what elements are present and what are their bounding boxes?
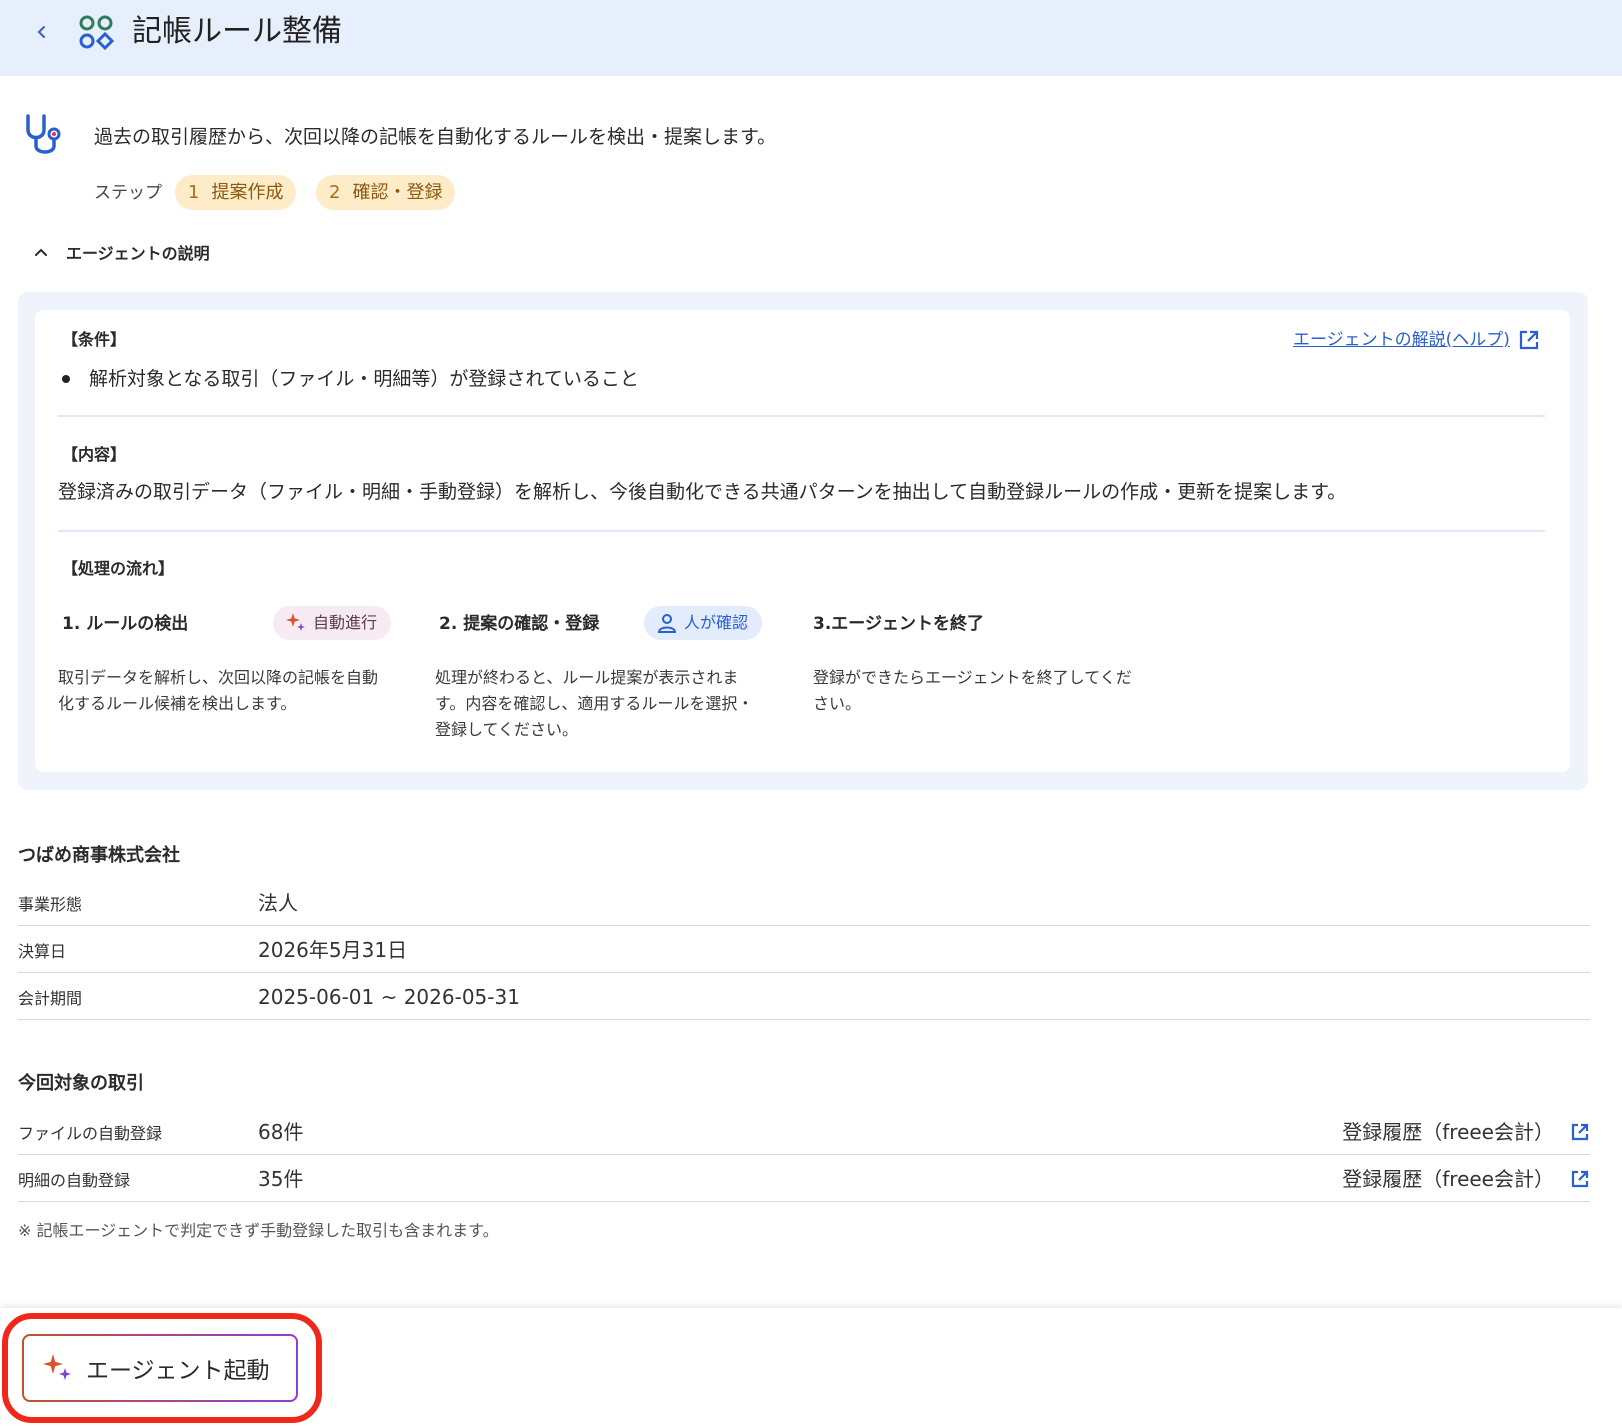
condition-text: 解析対象となる取引（ファイル・明細等）が登録されていること bbox=[89, 368, 639, 390]
info-key: 事業形態 bbox=[18, 895, 83, 914]
content-heading: 【内容】 bbox=[62, 445, 127, 464]
external-link-icon bbox=[1571, 1123, 1589, 1141]
conditions-heading: 【条件】 bbox=[62, 330, 127, 349]
step-label: 提案作成 bbox=[211, 182, 284, 203]
desc-line: さい。 bbox=[813, 694, 862, 713]
external-link-icon bbox=[1519, 330, 1539, 350]
step-pill-2: 2 確認・登録 bbox=[316, 175, 456, 210]
flow-step-3-title: 3.エージェントを終了 bbox=[813, 614, 984, 634]
info-value: 法人 bbox=[258, 891, 298, 915]
badge-label: 自動進行 bbox=[313, 613, 378, 632]
back-button[interactable] bbox=[30, 20, 54, 44]
chevron-up-icon bbox=[35, 248, 47, 256]
info-key: 決算日 bbox=[18, 942, 67, 961]
condition-item: 解析対象となる取引（ファイル・明細等）が登録されていること bbox=[62, 366, 639, 392]
desc-line: 登録してください。 bbox=[435, 720, 579, 739]
history-link-label: 登録履歴（freee会計） bbox=[1342, 1167, 1554, 1191]
info-key: 会計期間 bbox=[18, 989, 83, 1008]
help-link[interactable]: エージェントの解説(ヘルプ) bbox=[1293, 328, 1540, 352]
history-link-label: 登録履歴（freee会計） bbox=[1342, 1120, 1554, 1144]
stethoscope-icon bbox=[26, 114, 61, 154]
page-title: 記帳ルール整備 bbox=[132, 14, 342, 49]
steps-label: ステップ bbox=[94, 183, 162, 203]
flow-step-2-desc: 処理が終わると、ルール提案が表示されま す。内容を確認し、適用するルールを選択・… bbox=[435, 665, 753, 743]
step-pill-1: 1 提案作成 bbox=[175, 175, 297, 210]
target-row: ファイルの自動登録 68件 登録履歴（freee会計） bbox=[18, 1109, 1590, 1155]
page-header: 記帳ルール整備 bbox=[0, 0, 1622, 76]
info-value: 35件 bbox=[258, 1167, 304, 1191]
person-icon bbox=[657, 614, 677, 633]
info-value: 2026年5月31日 bbox=[258, 938, 408, 962]
targets-note: ※ 記帳エージェントで判定できず手動登録した取引も含まれます。 bbox=[18, 1221, 499, 1240]
flow-heading: 【処理の流れ】 bbox=[62, 559, 175, 578]
info-value: 2025-06-01 ~ 2026-05-31 bbox=[258, 985, 520, 1009]
divider bbox=[58, 415, 1545, 417]
sparkle-icon bbox=[286, 613, 305, 631]
info-row: 会計期間 2025-06-01 ~ 2026-05-31 bbox=[18, 974, 1590, 1020]
external-link-icon bbox=[1571, 1170, 1589, 1188]
company-name: つばめ商事株式会社 bbox=[18, 845, 180, 866]
human-badge: 人が確認 bbox=[644, 606, 763, 640]
bullet-icon bbox=[62, 375, 70, 383]
launch-agent-label: エージェント起動 bbox=[86, 1358, 270, 1384]
content-text: 登録済みの取引データ（ファイル・明細・手動登録）を解析し、今後自動化できる共通パ… bbox=[58, 481, 1347, 503]
flow-step-3-desc: 登録ができたらエージェントを終了してくだ さい。 bbox=[813, 665, 1132, 717]
divider bbox=[58, 530, 1545, 532]
intro-text: 過去の取引履歴から、次回以降の記帳を自動化するルールを検出・提案します。 bbox=[94, 126, 777, 148]
flow-step-2-title: 2. 提案の確認・登録 bbox=[439, 614, 600, 634]
description-toggle[interactable]: エージェントの説明 bbox=[34, 240, 210, 264]
targets-title: 今回対象の取引 bbox=[18, 1073, 144, 1094]
sparkle-icon bbox=[43, 1354, 71, 1380]
target-row: 明細の自動登録 35件 登録履歴（freee会計） bbox=[18, 1156, 1590, 1202]
desc-line: 化するルール候補を検出します。 bbox=[58, 694, 297, 713]
history-link[interactable]: 登録履歴（freee会計） bbox=[1342, 1166, 1590, 1192]
apps-grid-icon bbox=[79, 15, 114, 50]
flow-step-1-title: 1. ルールの検出 bbox=[62, 614, 189, 634]
step-number: 1 bbox=[188, 182, 200, 203]
step-number: 2 bbox=[329, 182, 341, 203]
info-key: 明細の自動登録 bbox=[18, 1171, 131, 1190]
desc-line: 登録ができたらエージェントを終了してくだ bbox=[813, 668, 1132, 687]
info-value: 68件 bbox=[258, 1120, 304, 1144]
help-link-label: エージェントの解説(ヘルプ) bbox=[1293, 330, 1510, 350]
desc-line: 処理が終わると、ルール提案が表示されま bbox=[435, 668, 739, 687]
desc-line: 取引データを解析し、次回以降の記帳を自動 bbox=[58, 668, 379, 687]
chevron-left-icon bbox=[37, 26, 45, 38]
info-row: 決算日 2026年5月31日 bbox=[18, 927, 1590, 973]
description-toggle-label: エージェントの説明 bbox=[66, 244, 210, 263]
history-link[interactable]: 登録履歴（freee会計） bbox=[1342, 1119, 1590, 1145]
info-row: 事業形態 法人 bbox=[18, 880, 1590, 926]
auto-badge: 自動進行 bbox=[273, 606, 392, 640]
launch-agent-button[interactable]: エージェント起動 bbox=[22, 1334, 298, 1402]
desc-line: す。内容を確認し、適用するルールを選択・ bbox=[435, 694, 754, 713]
flow-step-1-desc: 取引データを解析し、次回以降の記帳を自動 化するルール候補を検出します。 bbox=[58, 665, 378, 717]
badge-label: 人が確認 bbox=[684, 613, 749, 632]
info-key: ファイルの自動登録 bbox=[18, 1124, 163, 1143]
step-label: 確認・登録 bbox=[352, 182, 443, 203]
